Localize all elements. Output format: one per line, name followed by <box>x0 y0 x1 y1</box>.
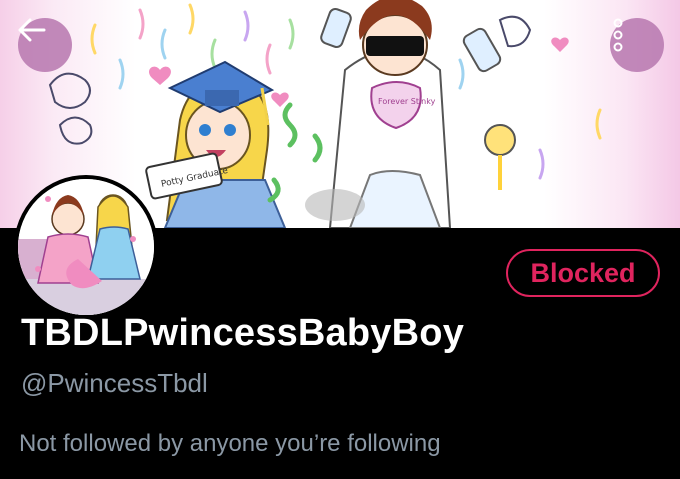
blocked-button[interactable]: Blocked <box>506 249 660 297</box>
profile-handle: @PwincessTbdl <box>21 368 208 398</box>
more-options-icon <box>613 18 623 52</box>
back-arrow-icon <box>18 18 46 42</box>
profile-display-name: TBDLPwincessBabyBoy <box>21 312 465 354</box>
bib-text: Forever Stinky <box>378 97 436 106</box>
followed-by-note: Not followed by anyone you’re following <box>19 430 441 457</box>
avatar-artwork <box>18 179 154 315</box>
profile-avatar[interactable] <box>14 175 158 319</box>
more-options-button[interactable] <box>610 18 664 72</box>
back-button[interactable] <box>18 18 72 72</box>
